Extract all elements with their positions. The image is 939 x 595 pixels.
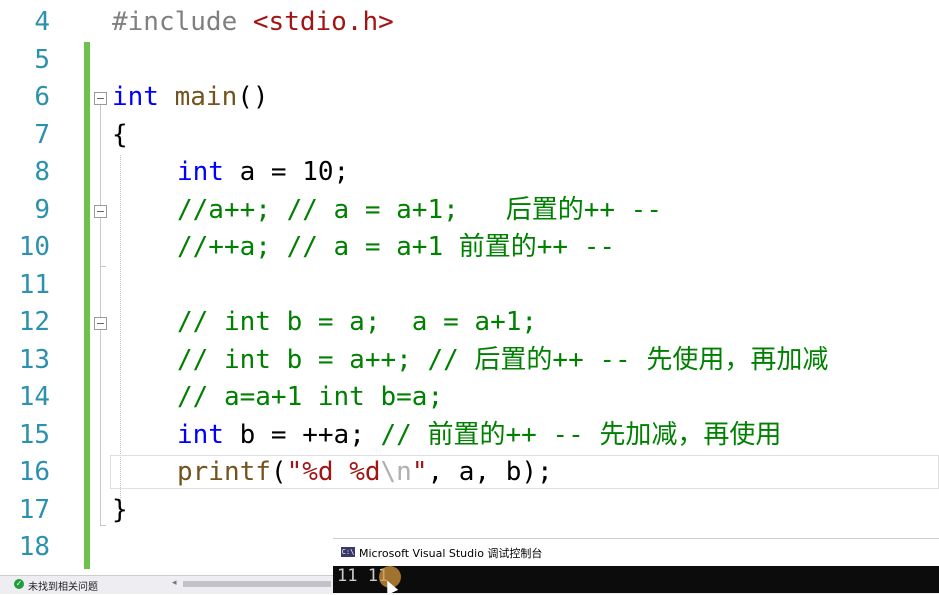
line-number: 7 <box>34 120 50 150</box>
escape-sequence: \n <box>380 457 412 487</box>
code-line-16[interactable]: printf("%d %d\n", a, b); <box>177 454 553 491</box>
line-number-gutter: 4 5 6 7 8 9 10 11 12 13 14 15 16 17 18 <box>0 0 84 575</box>
fold-toggle-icon[interactable]: − <box>94 92 107 105</box>
comment: // 前置的++ -- 先加减，再使用 <box>380 420 782 450</box>
code-line-4[interactable]: #include <stdio.h> <box>112 4 394 41</box>
keyword: int <box>177 420 224 450</box>
code-line-9[interactable]: //a++; // a = a+1; 后置的++ -- <box>177 192 662 229</box>
comment: //++a; // a = a+1 前置的++ -- <box>177 232 616 262</box>
console-app-icon: C:\ <box>341 547 355 557</box>
fold-guide-end <box>100 525 106 526</box>
fold-toggle-icon[interactable]: − <box>94 205 107 218</box>
fold-guide <box>100 105 101 525</box>
console-title-bar[interactable]: C:\ Microsoft Visual Studio 调试控制台 <box>333 538 939 566</box>
function-name: printf <box>177 457 271 487</box>
code-line-12[interactable]: // int b = a; a = a+1; <box>177 304 537 341</box>
console-title: Microsoft Visual Studio 调试控制台 <box>359 547 543 560</box>
line-number: 18 <box>18 532 50 562</box>
code-line-13[interactable]: // int b = a++; // 后置的++ -- 先使用，再加减 <box>177 342 828 379</box>
open-paren: ( <box>270 457 287 487</box>
code-line-8[interactable]: int a = 10; <box>177 154 349 191</box>
indent-guide <box>120 155 121 500</box>
line-number: 4 <box>34 7 50 37</box>
include-header: <stdio.h> <box>252 7 394 37</box>
comment: // int b = a++; // 后置的++ -- 先使用，再加减 <box>177 345 829 375</box>
statement: b = ++a; <box>223 420 381 450</box>
line-number: 15 <box>18 420 50 450</box>
close-brace: } <box>112 495 128 525</box>
statement: a = 10; <box>223 157 350 187</box>
string-literal: "%d %d <box>286 457 381 487</box>
code-line-17[interactable]: } <box>112 492 128 529</box>
line-number: 13 <box>18 345 50 375</box>
comment: // int b = a; a = a+1; <box>177 307 538 337</box>
line-number: 17 <box>18 495 50 525</box>
call-arguments: , a, b); <box>427 457 553 487</box>
line-number: 14 <box>18 382 50 412</box>
line-number: 11 <box>18 270 50 300</box>
code-line-6[interactable]: int main() <box>112 79 269 116</box>
issues-status[interactable]: 未找到相关问题 <box>28 578 98 593</box>
code-line-15[interactable]: int b = ++a; // 前置的++ -- 先加减，再使用 <box>177 417 781 454</box>
function-name: main <box>174 82 238 112</box>
fold-toggle-icon[interactable]: − <box>94 317 107 330</box>
line-number: 9 <box>34 195 50 225</box>
parens: () <box>237 82 269 112</box>
comment: //a++; // a = a+1; 后置的++ -- <box>177 195 662 225</box>
keyword: int <box>177 157 224 187</box>
check-circle-icon: ✓ <box>14 579 24 589</box>
open-brace: { <box>112 120 128 150</box>
keyword: int <box>112 82 159 112</box>
code-line-7[interactable]: { <box>112 117 128 154</box>
line-number: 8 <box>34 157 50 187</box>
fold-guide-end <box>100 266 106 267</box>
scroll-left-icon[interactable]: ◂ <box>172 578 177 588</box>
line-number: 10 <box>18 232 50 262</box>
code-line-14[interactable]: // a=a+1 int b=a; <box>177 379 443 416</box>
line-number: 16 <box>18 457 50 487</box>
debug-console-window[interactable]: C:\ Microsoft Visual Studio 调试控制台 11 11 <box>333 538 939 593</box>
code-line-10[interactable]: //++a; // a = a+1 前置的++ -- <box>177 229 615 266</box>
preprocessor-directive: #include <box>112 7 238 37</box>
change-tracking-bar <box>84 42 90 569</box>
line-number: 12 <box>18 307 50 337</box>
line-number: 5 <box>34 45 50 75</box>
string-literal-end: " <box>411 457 428 487</box>
comment: // a=a+1 int b=a; <box>177 382 444 412</box>
line-number: 6 <box>34 82 50 112</box>
horizontal-scrollbar-thumb[interactable] <box>183 581 331 587</box>
